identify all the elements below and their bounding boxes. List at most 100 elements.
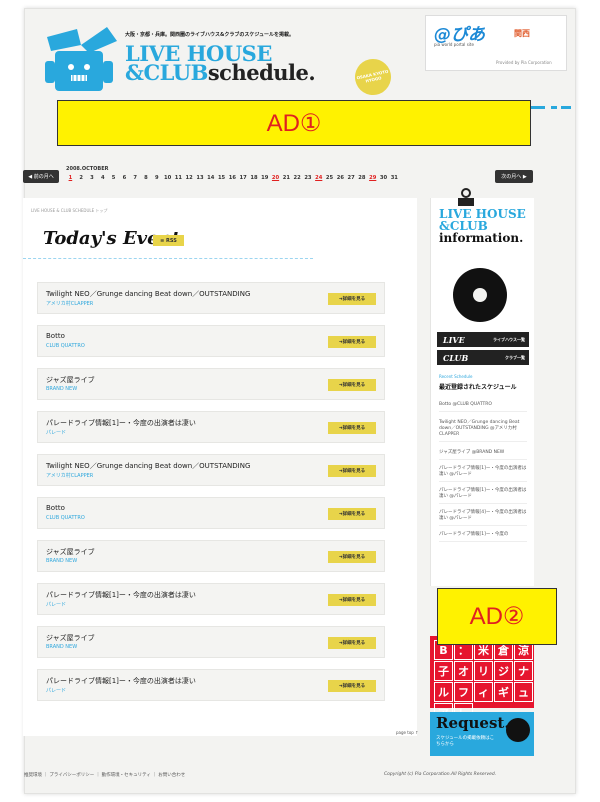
calendar-day[interactable]: 26 — [335, 175, 346, 181]
figure-promo-banner[interactable]: B：米倉涼子オリジナルフィギュア！ — [430, 636, 534, 723]
recent-schedule-item[interactable]: パレードライブ情報[1]ー・今度の出演者は凄い @パレード — [439, 488, 527, 504]
footer-links[interactable]: 推奨環境 ｜ プライバシーポリシー ｜ 動作環境・セキュリティ ｜ お問い合わせ — [24, 772, 185, 778]
event-title: Twilight NEO／Grunge dancing Beat down／OU… — [46, 290, 251, 298]
nav-club-button[interactable]: CLUB クラブ一覧 — [437, 350, 529, 365]
event-title: ジャズ屋ライブ — [46, 548, 95, 556]
event-detail-button[interactable]: ➜ 詳細を見る — [328, 508, 376, 520]
calendar-day[interactable]: 25 — [324, 175, 335, 181]
recent-schedule-item[interactable]: Twilight NEO／Grunge dancing Beat down／OU… — [439, 420, 527, 442]
request-title: Request. — [436, 714, 510, 732]
nav-live-label: LIVE — [443, 334, 465, 345]
next-month-button[interactable]: 次の月へ ▶ — [495, 170, 533, 183]
site-logo-line2[interactable]: &CLUBschedule. — [125, 62, 316, 84]
recent-schedule-item[interactable]: Botto @CLUB QUATTRO — [439, 402, 527, 412]
calendar-day[interactable]: 3 — [87, 175, 98, 181]
calendar-day[interactable]: 23 — [303, 175, 314, 181]
rss-label: RSS — [166, 237, 177, 244]
event-venue-link[interactable]: BRAND NEW — [46, 386, 77, 392]
page-top-label: page top — [396, 730, 414, 735]
event-venue-link[interactable]: パレード — [46, 601, 66, 608]
event-detail-label: 詳細を見る — [342, 684, 366, 689]
request-banner[interactable]: Request. スケジュールの掲載依頼はこちらから — [430, 712, 534, 756]
calendar-day[interactable]: 30 — [378, 175, 389, 181]
breadcrumb[interactable]: LIVE HOUSE & CLUB SCHEDULE トップ — [31, 208, 107, 214]
calendar-day[interactable]: 8 — [141, 175, 152, 181]
event-detail-label: 詳細を見る — [342, 512, 366, 517]
event-venue-link[interactable]: パレード — [46, 429, 66, 436]
event-detail-button[interactable]: ➜ 詳細を見る — [328, 594, 376, 606]
calendar-day[interactable]: 7 — [130, 175, 141, 181]
calendar-day[interactable]: 29 — [367, 175, 378, 181]
event-venue-link[interactable]: CLUB QUATTRO — [46, 515, 85, 521]
event-detail-button[interactable]: ➜ 詳細を見る — [328, 293, 376, 305]
calendar-day[interactable]: 16 — [227, 175, 238, 181]
nav-club-sub: クラブ一覧 — [505, 354, 525, 360]
event-row: Twilight NEO／Grunge dancing Beat down／OU… — [37, 454, 385, 486]
next-month-label: 次の月へ — [501, 174, 522, 180]
calendar-day[interactable]: 10 — [162, 175, 173, 181]
nav-live-button[interactable]: LIVE ライブハウス一覧 — [437, 332, 529, 347]
calendar-day[interactable]: 14 — [205, 175, 216, 181]
event-detail-button[interactable]: ➜ 詳細を見る — [328, 465, 376, 477]
figure-char-cell: ィ — [474, 682, 493, 702]
arrow-up-icon: ↑ — [413, 730, 419, 735]
event-row: Botto CLUB QUATTRO ➜ 詳細を見る — [37, 325, 385, 357]
calendar-day[interactable]: 5 — [108, 175, 119, 181]
event-detail-label: 詳細を見る — [342, 598, 366, 603]
rss-button[interactable]: ≡ RSS — [153, 235, 184, 246]
ad-banner-2[interactable]: AD② — [437, 588, 557, 645]
event-venue-link[interactable]: アメリカ村CLAPPER — [46, 472, 93, 479]
calendar-day[interactable]: 22 — [292, 175, 303, 181]
calendar-day[interactable]: 11 — [173, 175, 184, 181]
calendar-day[interactable]: 21 — [281, 175, 292, 181]
calendar-day[interactable]: 2 — [76, 175, 87, 181]
event-detail-button[interactable]: ➜ 詳細を見る — [328, 551, 376, 563]
page-top-link[interactable]: page top ↑ — [396, 730, 418, 735]
ad-banner-1[interactable]: AD① — [57, 100, 531, 146]
recent-schedule-item[interactable]: パレードライブ情報[1]ー・今度の — [439, 532, 527, 542]
calendar-day[interactable]: 12 — [184, 175, 195, 181]
calendar-day[interactable]: 24 — [313, 175, 324, 181]
event-venue-link[interactable]: パレード — [46, 687, 66, 694]
calendar-day[interactable]: 13 — [195, 175, 206, 181]
event-row: パレードライブ情報[1]ー・今度の出演者は凄い パレード ➜ 詳細を見る — [37, 411, 385, 443]
calendar-day[interactable]: 17 — [238, 175, 249, 181]
recent-schedule-item[interactable]: パレードライブ情報[1]ー・今度の出演者は凄い @パレード — [439, 466, 527, 482]
figure-char-cell: ル — [434, 682, 453, 702]
event-detail-button[interactable]: ➜ 詳細を見る — [328, 680, 376, 692]
event-venue-link[interactable]: CLUB QUATTRO — [46, 343, 85, 349]
header-dots-decoration-icon — [531, 106, 571, 109]
calendar-days: 1 2 3 4 5 6 7 8 9 10 11 12 13 14 15 16 17 18 19 20 21 22 23 24 2… — [65, 175, 400, 181]
event-detail-label: 詳細を見る — [342, 469, 366, 474]
calendar-day[interactable]: 19 — [259, 175, 270, 181]
event-detail-button[interactable]: ➜ 詳細を見る — [328, 336, 376, 348]
pia-kansai-banner[interactable]: @ぴあ 関西 pia world portal site Provided by… — [425, 15, 567, 71]
calendar-day[interactable]: 18 — [249, 175, 260, 181]
calendar-day[interactable]: 9 — [151, 175, 162, 181]
calendar-day[interactable]: 20 — [270, 175, 281, 181]
event-venue-link[interactable]: BRAND NEW — [46, 644, 77, 650]
calendar-month-label: 2008.OCTOBER — [66, 166, 109, 172]
event-detail-button[interactable]: ➜ 詳細を見る — [328, 422, 376, 434]
calendar-day[interactable]: 6 — [119, 175, 130, 181]
calendar-day[interactable]: 4 — [97, 175, 108, 181]
calendar-day[interactable]: 31 — [389, 175, 400, 181]
event-detail-button[interactable]: ➜ 詳細を見る — [328, 637, 376, 649]
recent-schedule-item[interactable]: パレードライブ情報[4]ー・今度の出演者は凄い @パレード — [439, 510, 527, 526]
event-detail-label: 詳細を見る — [342, 641, 366, 646]
recent-heading-jp: 最近登録されたスケジュール — [439, 384, 517, 391]
calendar-day[interactable]: 1 — [65, 175, 76, 181]
calendar-day[interactable]: 28 — [357, 175, 368, 181]
figure-char-cell: リ — [474, 661, 493, 681]
event-venue-link[interactable]: アメリカ村CLAPPER — [46, 300, 93, 307]
event-title: パレードライブ情報[1]ー・今度の出演者は凄い — [46, 419, 196, 427]
calendar-day[interactable]: 15 — [216, 175, 227, 181]
header-catch-copy: 大阪・京都・兵庫。関西圏のライブハウス&クラブのスケジュールを掲載。 — [125, 32, 295, 38]
event-venue-link[interactable]: BRAND NEW — [46, 558, 77, 564]
calendar-day[interactable]: 27 — [346, 175, 357, 181]
recent-schedule-item[interactable]: ジャズ屋ライブ @BRAND NEW — [439, 450, 527, 460]
event-detail-label: 詳細を見る — [342, 340, 366, 345]
pia-tagline: pia world portal site — [434, 42, 474, 47]
prev-month-button[interactable]: ◀ 前の月へ — [23, 170, 59, 183]
event-detail-button[interactable]: ➜ 詳細を見る — [328, 379, 376, 391]
